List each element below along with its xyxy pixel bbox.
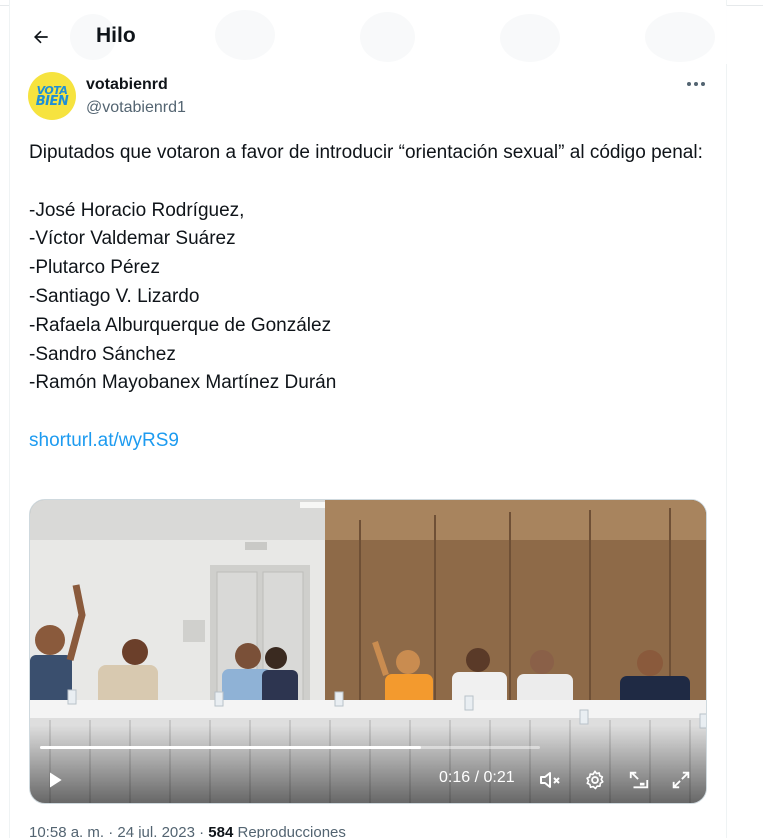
tweet-text: Diputados que votaron a favor de introdu… <box>29 139 709 456</box>
author-handle[interactable]: @votabienrd1 <box>86 99 186 117</box>
video-progress-bar[interactable] <box>40 746 540 749</box>
video-progress-fill <box>40 746 421 749</box>
video-player[interactable]: 0:16 / 0:21 <box>29 499 707 804</box>
more-dot <box>701 82 705 86</box>
background-blur-shape <box>500 14 560 62</box>
background-blur-shape <box>215 10 275 60</box>
name-line: -José Horacio Rodríguez, <box>29 199 245 221</box>
avatar-text-line2: BIEN <box>35 94 69 109</box>
thread-header: Hilo <box>10 6 728 64</box>
tweet-link[interactable]: shorturl.at/wyRS9 <box>29 430 179 451</box>
name-line: -Ramón Mayobanex Martínez Durán <box>29 372 337 394</box>
tweet-timestamp[interactable]: 10:58 a. m. · 24 jul. 2023 · <box>29 824 208 838</box>
more-horizontal-icon <box>687 82 691 86</box>
tweet-author: VOTA BIEN votabienrd @votabienrd1 <box>28 72 718 124</box>
volume-muted-icon <box>540 772 560 788</box>
views-label: Reproducciones <box>233 824 346 838</box>
fullscreen-expand-icon <box>672 771 690 789</box>
picture-in-picture-button[interactable] <box>626 767 652 793</box>
video-controls: 0:16 / 0:21 <box>30 733 706 803</box>
play-button[interactable] <box>42 767 68 793</box>
fullscreen-button[interactable] <box>668 767 694 793</box>
background-blur-shape <box>645 12 715 62</box>
more-dot <box>694 82 698 86</box>
back-button[interactable] <box>24 20 58 54</box>
views-count: 584 <box>208 824 234 838</box>
more-options-button[interactable] <box>684 74 708 94</box>
thread-column: Hilo VOTA BIEN votabienrd @votabienrd1 D… <box>9 0 728 838</box>
arrow-left-icon <box>34 30 48 44</box>
play-icon <box>50 772 62 788</box>
picture-in-picture-icon <box>629 771 649 789</box>
avatar[interactable]: VOTA BIEN <box>28 72 76 120</box>
name-line: -Rafaela Alburquerque de González <box>29 314 332 336</box>
video-time: 0:16 / 0:21 <box>439 769 515 786</box>
name-line: -Plutarco Pérez <box>29 257 160 279</box>
background-blur-shape <box>360 12 415 62</box>
name-line: -Santiago V. Lizardo <box>29 285 200 307</box>
page-title: Hilo <box>96 24 136 47</box>
settings-button[interactable] <box>582 767 608 793</box>
name-line: -Víctor Valdemar Suárez <box>29 228 236 250</box>
tweet-meta: 10:58 a. m. · 24 jul. 2023 · 584 Reprodu… <box>29 824 346 838</box>
mute-button[interactable] <box>537 767 563 793</box>
gear-icon <box>586 770 604 790</box>
name-line: -Sandro Sánchez <box>29 343 176 365</box>
author-display-name[interactable]: votabienrd <box>86 76 168 94</box>
tweet-intro: Diputados que votaron a favor de introdu… <box>29 142 703 163</box>
